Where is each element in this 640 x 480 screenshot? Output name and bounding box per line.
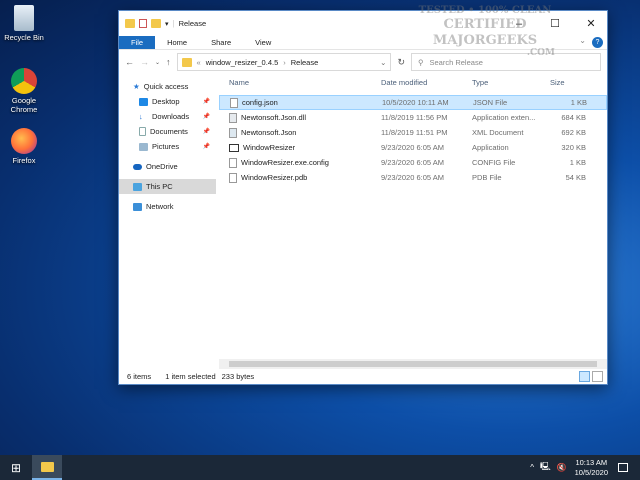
tab-share[interactable]: Share xyxy=(199,36,243,49)
folder-icon xyxy=(125,19,135,28)
large-icons-view-button[interactable] xyxy=(592,370,603,382)
address-dropdown-icon[interactable]: ⌄ xyxy=(380,58,386,67)
back-button[interactable]: ← xyxy=(125,57,134,67)
download-icon: ↓ xyxy=(139,112,143,121)
navigation-pane: ★ Quick access Desktop 📌 ↓ Downloads 📌 Docum… xyxy=(119,79,216,369)
title-bar: ▾ | Release – ☐ ✕ xyxy=(119,11,607,36)
file-explorer-icon xyxy=(40,461,54,472)
show-hidden-icons-button[interactable]: ^ xyxy=(530,463,534,472)
new-folder-icon[interactable] xyxy=(151,19,161,28)
desktop-icon-recycle-bin[interactable]: Recycle Bin xyxy=(0,5,48,42)
column-header-type[interactable]: Type xyxy=(472,78,542,87)
maximize-button[interactable]: ☐ xyxy=(539,17,571,30)
file-row[interactable]: Newtonsoft.Json.dll 11/8/2019 11:56 PM App… xyxy=(219,110,607,125)
address-bar[interactable]: « window_resizer_0.4.5 › Release ⌄ xyxy=(176,53,392,71)
pin-icon: 📌 xyxy=(202,114,210,120)
forward-button[interactable]: → xyxy=(140,57,149,67)
firefox-icon xyxy=(11,128,37,154)
desktop-icon xyxy=(139,97,148,106)
up-button[interactable]: ↑ xyxy=(166,57,171,67)
pictures-icon xyxy=(139,142,148,151)
recent-locations-chevron-icon[interactable]: ⌄ xyxy=(155,59,160,66)
pin-icon: 📌 xyxy=(202,144,210,150)
close-button[interactable]: ✕ xyxy=(575,17,607,30)
file-row[interactable]: Newtonsoft.Json 11/8/2019 11:51 PM XML Doc… xyxy=(219,125,607,140)
nav-desktop[interactable]: Desktop 📌 xyxy=(119,94,216,109)
file-row[interactable]: WindowResizer.exe.config 9/23/2020 6:05 A… xyxy=(219,155,607,170)
folder-icon xyxy=(181,57,192,67)
minimize-button[interactable]: – xyxy=(503,18,535,30)
computer-icon xyxy=(133,182,142,191)
pin-icon: 📌 xyxy=(202,129,210,135)
ribbon-tabs: File Home Share View ⌄ ? xyxy=(119,36,607,50)
breadcrumb-segment[interactable]: window_resizer_0.4.5 xyxy=(206,58,279,67)
quick-access-toolbar-chevron-icon[interactable]: ▾ xyxy=(165,20,169,28)
taskbar-file-explorer[interactable] xyxy=(32,455,62,480)
application-icon xyxy=(229,143,239,152)
refresh-button[interactable]: ↻ xyxy=(397,57,405,68)
file-row[interactable]: WindowResizer 9/23/2020 6:05 AM Applicatio… xyxy=(219,140,607,155)
nav-this-pc[interactable]: This PC xyxy=(119,179,216,194)
volume-muted-icon[interactable]: 🔇 xyxy=(557,463,567,472)
documents-icon xyxy=(139,127,146,136)
dll-file-icon xyxy=(229,112,237,123)
tab-home[interactable]: Home xyxy=(155,36,199,49)
breadcrumb-segment[interactable]: Release xyxy=(291,58,319,67)
scrollbar-thumb[interactable] xyxy=(229,361,597,367)
status-bar: 6 items 1 item selected 233 bytes xyxy=(119,368,607,384)
details-view-button[interactable] xyxy=(579,370,590,382)
pin-icon: 📌 xyxy=(202,99,210,105)
column-header-size[interactable]: Size xyxy=(542,78,586,87)
network-icon xyxy=(133,202,142,211)
desktop-icon-chrome[interactable]: Google Chrome xyxy=(0,68,48,114)
nav-quick-access[interactable]: ★ Quick access xyxy=(119,79,216,94)
nav-onedrive[interactable]: OneDrive xyxy=(119,159,216,174)
file-icon xyxy=(230,97,238,108)
file-row[interactable]: config.json 10/5/2020 10:11 AM JSON File 1 … xyxy=(219,95,607,110)
properties-icon[interactable] xyxy=(139,19,147,28)
tab-view[interactable]: View xyxy=(243,36,283,49)
expand-ribbon-icon[interactable]: ⌄ xyxy=(573,36,592,49)
tab-file[interactable]: File xyxy=(119,36,156,49)
cloud-icon xyxy=(133,163,142,170)
search-input[interactable]: ⚲ Search Release xyxy=(411,53,601,71)
file-list: Name Date modified Type Size config.json… xyxy=(219,73,607,369)
file-icon xyxy=(229,172,237,183)
nav-pictures[interactable]: Pictures 📌 xyxy=(119,139,216,154)
help-icon[interactable]: ? xyxy=(592,37,603,48)
column-header-date[interactable]: Date modified xyxy=(381,78,472,87)
recycle-bin-icon xyxy=(14,5,34,31)
nav-downloads[interactable]: ↓ Downloads 📌 xyxy=(119,109,216,124)
nav-documents[interactable]: Documents 📌 xyxy=(119,124,216,139)
start-button[interactable]: ⊞ xyxy=(0,461,32,475)
action-center-icon[interactable] xyxy=(618,463,628,472)
column-header-name[interactable]: Name xyxy=(219,78,381,87)
address-row: ← → ⌄ ↑ « window_resizer_0.4.5 › Release… xyxy=(119,50,607,74)
nav-network[interactable]: Network xyxy=(119,199,216,214)
chrome-icon xyxy=(11,68,37,94)
star-icon: ★ xyxy=(133,82,140,91)
file-icon xyxy=(229,157,237,168)
network-icon[interactable]: 🖳 xyxy=(540,461,551,475)
column-headers: Name Date modified Type Size xyxy=(219,73,607,91)
desktop-icon-firefox[interactable]: Firefox xyxy=(0,128,48,165)
taskbar: ⊞ ^ 🖳 🔇 10:13 AM 10/5/2020 xyxy=(0,455,640,480)
clock[interactable]: 10:13 AM 10/5/2020 xyxy=(575,458,608,478)
window-title: Release xyxy=(178,19,207,28)
file-explorer-window: ▾ | Release – ☐ ✕ File Home Share View ⌄… xyxy=(118,5,608,385)
search-icon: ⚲ xyxy=(418,57,424,67)
xml-file-icon xyxy=(229,127,237,138)
file-row[interactable]: WindowResizer.pdb 9/23/2020 6:05 AM PDB Fi… xyxy=(219,170,607,185)
